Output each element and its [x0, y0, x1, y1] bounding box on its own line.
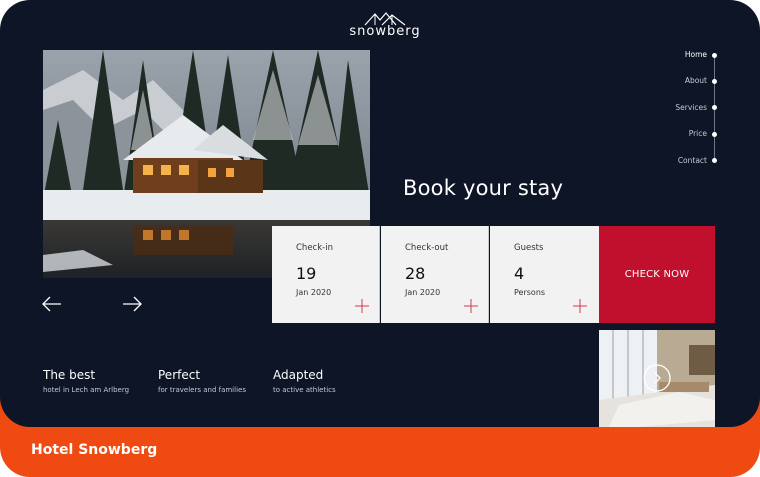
checkout-month: Jan 2020 [405, 288, 441, 297]
checkout-box[interactable]: Check-out 28 Jan 2020 [381, 226, 489, 323]
chevron-right-icon [643, 364, 671, 392]
nav-dot [712, 78, 717, 84]
nav-item-about[interactable]: About [596, 76, 717, 102]
logo-text: snowberg [349, 24, 421, 39]
next-slide-button[interactable] [122, 296, 142, 317]
feature-sub: hotel in Lech am Arlberg [43, 386, 130, 394]
nav-item-label: About [684, 76, 707, 86]
feature-perfect: Perfect for travelers and families [158, 368, 246, 394]
guests-count: 4 [514, 264, 525, 283]
arrow-left-icon [42, 296, 61, 312]
nav-item-home[interactable]: Home [596, 50, 717, 76]
nav-item-price[interactable]: Price [596, 129, 717, 155]
hero-card: snowberg Home About Services Price Conta… [0, 0, 760, 427]
nav-item-label: Price [688, 129, 707, 139]
plus-icon[interactable] [355, 299, 369, 313]
check-now-button[interactable]: CHECK NOW [599, 226, 715, 323]
page-heading: Book your stay [403, 176, 564, 200]
nav-item-label: Contact [677, 155, 707, 165]
checkin-month: Jan 2020 [296, 288, 332, 297]
feature-sub: to active athletics [273, 386, 336, 394]
feature-title: Adapted [273, 368, 324, 382]
footer-title: Hotel Snowberg [31, 442, 158, 458]
guests-box[interactable]: Guests 4 Persons [490, 226, 599, 323]
feature-sub: for travelers and families [158, 386, 246, 394]
checkout-label: Check-out [405, 243, 449, 253]
nav-dot [712, 105, 717, 111]
nav-item-label: Home [684, 50, 707, 59]
room-next-button[interactable] [643, 364, 671, 397]
feature-title: The best [43, 368, 96, 382]
arrow-right-icon [123, 296, 142, 312]
plus-icon[interactable] [573, 299, 587, 313]
logo[interactable]: snowberg [340, 12, 430, 39]
nav-item-contact[interactable]: Contact [596, 155, 717, 182]
checkout-day: 28 [405, 264, 426, 283]
checkin-day: 19 [296, 264, 317, 283]
checkin-box[interactable]: Check-in 19 Jan 2020 [272, 226, 380, 323]
feature-best: The best hotel in Lech am Arlberg [43, 368, 129, 394]
nav-item-label: Services [675, 102, 707, 112]
prev-slide-button[interactable] [42, 296, 62, 317]
nav-dot [712, 131, 717, 137]
nav-dot [712, 158, 717, 164]
feature-adapted: Adapted to active athletics [273, 368, 336, 394]
nav-dot [712, 52, 717, 58]
side-nav: Home About Services Price Contact [596, 50, 717, 182]
plus-icon[interactable] [464, 299, 478, 313]
feature-title: Perfect [158, 368, 201, 382]
guests-label: Guests [514, 243, 544, 253]
checkin-label: Check-in [296, 243, 333, 253]
nav-item-services[interactable]: Services [596, 102, 717, 129]
guests-unit: Persons [514, 288, 546, 297]
